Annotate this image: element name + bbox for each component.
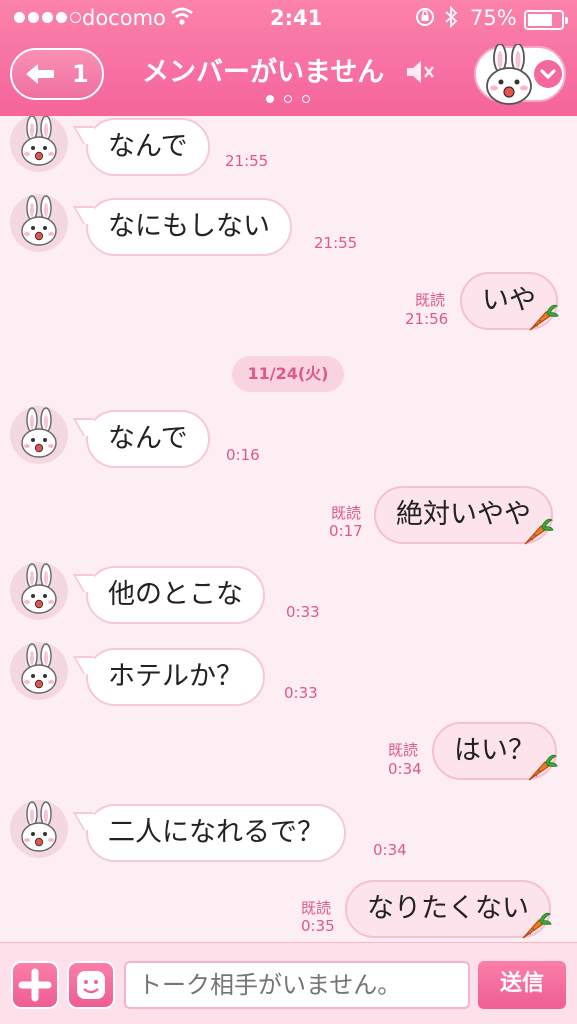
chat-message-list[interactable]: なんで 21:55 なにもしない 21:55 既読 21:56 いや 11/24… bbox=[0, 116, 577, 942]
friend-avatar[interactable] bbox=[10, 116, 68, 172]
message-time: 0:17 bbox=[329, 522, 363, 540]
incoming-message-bubble[interactable]: なんで bbox=[86, 118, 210, 176]
message-time: 0:34 bbox=[388, 760, 422, 778]
message-time: 0:33 bbox=[286, 603, 320, 621]
message-time: 21:55 bbox=[225, 152, 269, 170]
back-arrow-icon bbox=[26, 64, 54, 84]
friend-avatar[interactable] bbox=[10, 642, 68, 700]
chat-title: メンバーがいません bbox=[142, 57, 385, 88]
message-time: 21:55 bbox=[314, 234, 358, 252]
chat-menu-button[interactable] bbox=[474, 44, 566, 105]
message-time: 21:56 bbox=[405, 310, 449, 328]
friend-avatar[interactable] bbox=[10, 562, 68, 620]
navigation-header: docomo 2:41 75% 1 メンバーがいません bbox=[0, 0, 577, 116]
message-time: 0:35 bbox=[301, 917, 335, 935]
battery-icon bbox=[524, 10, 568, 30]
carrier-name: docomo bbox=[82, 6, 166, 30]
smiley-icon bbox=[77, 971, 105, 999]
friend-avatar[interactable] bbox=[10, 800, 68, 858]
message-time: 0:34 bbox=[373, 841, 407, 859]
signal-strength-icon bbox=[14, 12, 81, 23]
bunny-sticker-icon bbox=[486, 44, 532, 105]
bluetooth-icon bbox=[444, 5, 458, 33]
incoming-message-bubble[interactable]: 二人になれるで？ bbox=[86, 804, 346, 862]
page-indicator bbox=[266, 95, 310, 103]
sticker-button[interactable] bbox=[67, 961, 115, 1009]
incoming-message-bubble[interactable]: ホテルか？ bbox=[86, 648, 265, 706]
add-attachment-button[interactable] bbox=[11, 961, 59, 1009]
message-time: 0:33 bbox=[284, 684, 318, 702]
friend-avatar[interactable] bbox=[10, 194, 68, 252]
back-button[interactable]: 1 bbox=[10, 48, 104, 100]
message-input-bar: 送信 bbox=[0, 942, 577, 1024]
message-time: 0:16 bbox=[226, 446, 260, 464]
message-input[interactable] bbox=[124, 961, 470, 1009]
carrot-icon bbox=[525, 750, 559, 784]
date-separator: 11/24(火) bbox=[232, 356, 344, 392]
incoming-message-bubble[interactable]: 他のとこな bbox=[86, 566, 265, 624]
incoming-message-bubble[interactable]: なんで bbox=[86, 410, 210, 468]
send-button[interactable]: 送信 bbox=[478, 961, 566, 1009]
chevron-down-icon bbox=[534, 60, 562, 88]
clock: 2:41 bbox=[270, 6, 323, 30]
read-receipt: 既読 bbox=[301, 899, 332, 917]
rotation-lock-icon bbox=[414, 6, 436, 33]
friend-avatar[interactable] bbox=[10, 406, 68, 464]
read-receipt: 既読 bbox=[388, 741, 419, 759]
muted-speaker-icon bbox=[407, 61, 435, 83]
unread-count: 1 bbox=[72, 60, 89, 88]
carrot-icon bbox=[519, 908, 553, 942]
read-receipt: 既読 bbox=[331, 504, 362, 522]
wifi-icon bbox=[170, 6, 194, 31]
battery-percentage: 75% bbox=[470, 6, 517, 30]
plus-icon bbox=[18, 968, 52, 1002]
carrot-icon bbox=[526, 300, 560, 334]
incoming-message-bubble[interactable]: なにもしない bbox=[86, 198, 292, 256]
status-bar: docomo 2:41 75% bbox=[0, 0, 577, 38]
read-receipt: 既読 bbox=[415, 291, 446, 309]
carrot-icon bbox=[521, 514, 555, 548]
